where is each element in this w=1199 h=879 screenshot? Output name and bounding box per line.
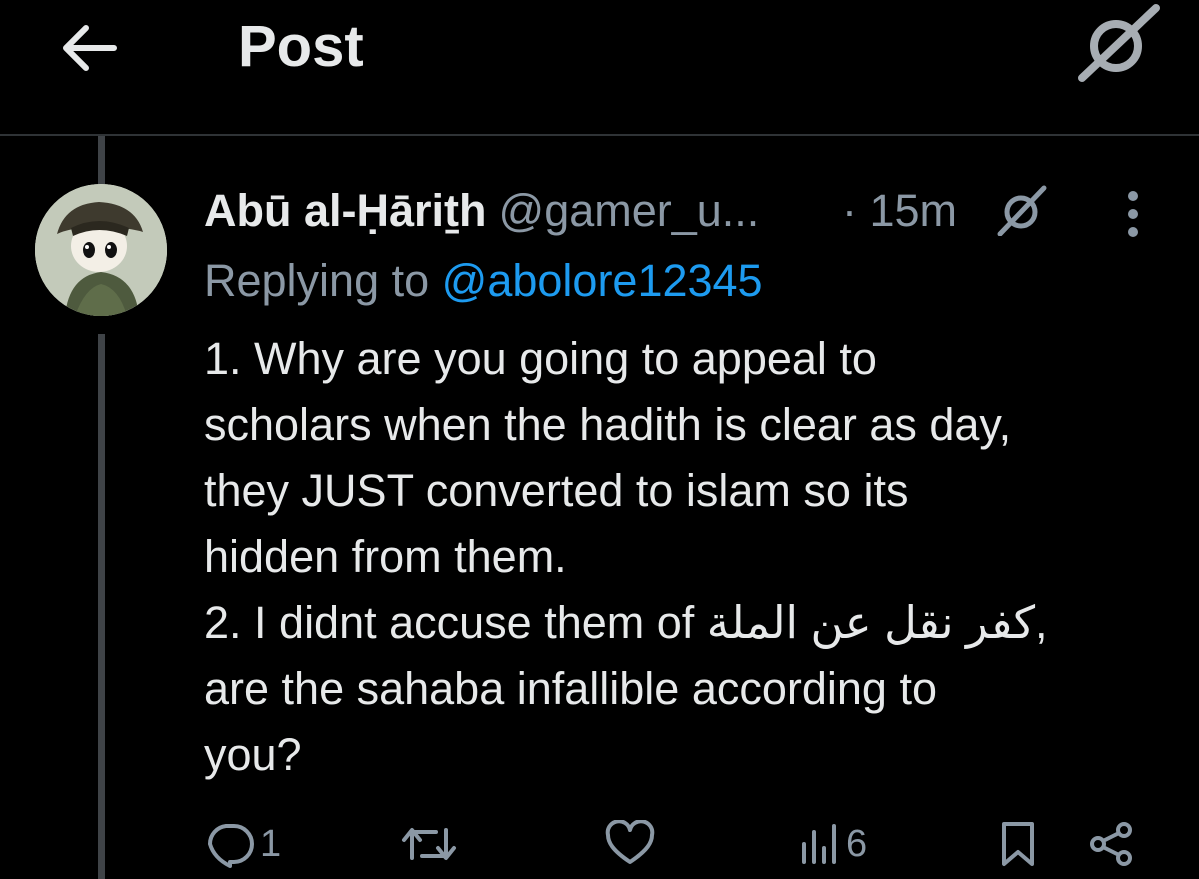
post-actions: 1 6 (0, 808, 1199, 878)
grok-icon (1078, 4, 1160, 82)
back-button[interactable] (58, 22, 120, 74)
post-text-line: you? (204, 729, 302, 780)
avatar-image (35, 184, 167, 316)
post-text-line: are the sahaba infallible according to (204, 663, 937, 714)
share-icon (1090, 822, 1132, 866)
views-button[interactable]: 6 (798, 820, 867, 868)
arrow-left-icon (63, 25, 117, 71)
views-count: 6 (846, 823, 868, 865)
grok-post-button[interactable] (996, 184, 1048, 237)
post-text-line: scholars when the hadith is clear as day… (204, 399, 1012, 450)
post-text-line: hidden from them. (204, 531, 567, 582)
replying-to-link[interactable]: @abolore12345 (442, 255, 763, 306)
share-button[interactable] (1086, 820, 1136, 868)
reply-button[interactable]: 1 (204, 820, 281, 868)
post-timestamp[interactable]: · 15m (842, 180, 957, 242)
more-options-button[interactable] (1110, 186, 1156, 242)
repost-button[interactable] (400, 820, 462, 868)
reply-count: 1 (260, 823, 282, 865)
replying-prefix: Replying to (204, 255, 430, 306)
avatar[interactable] (35, 184, 167, 316)
page-title: Post (238, 14, 364, 79)
more-vertical-icon (1128, 191, 1138, 237)
post-text-line: 2. I didnt accuse them of كفر نقل عن الم… (204, 597, 1048, 648)
replying-to: Replying to @abolore12345 (204, 250, 763, 312)
heart-icon (605, 820, 655, 864)
display-name[interactable]: Abū al-Ḥāriṯh (204, 185, 487, 236)
thread-line-top (98, 136, 105, 184)
like-button[interactable] (604, 820, 660, 868)
repost-icon (402, 828, 456, 860)
views-chart-icon (802, 824, 836, 864)
post-text-line: 1. Why are you going to appeal to (204, 333, 877, 384)
grok-icon (997, 185, 1047, 237)
reply-icon (207, 824, 254, 868)
post-text-line: they JUST converted to islam so its (204, 465, 909, 516)
post-header: Abū al-Ḥāriṯh @gamer_u... (204, 180, 759, 242)
top-bar: Post (0, 0, 1199, 136)
grok-button[interactable] (1076, 4, 1160, 82)
user-handle[interactable]: @gamer_u... (499, 185, 760, 236)
post-text: 1. Why are you going to appeal to schola… (204, 326, 1154, 788)
bookmark-icon (1002, 822, 1034, 866)
bookmark-button[interactable] (998, 820, 1038, 868)
thread-line-bottom (98, 334, 105, 879)
